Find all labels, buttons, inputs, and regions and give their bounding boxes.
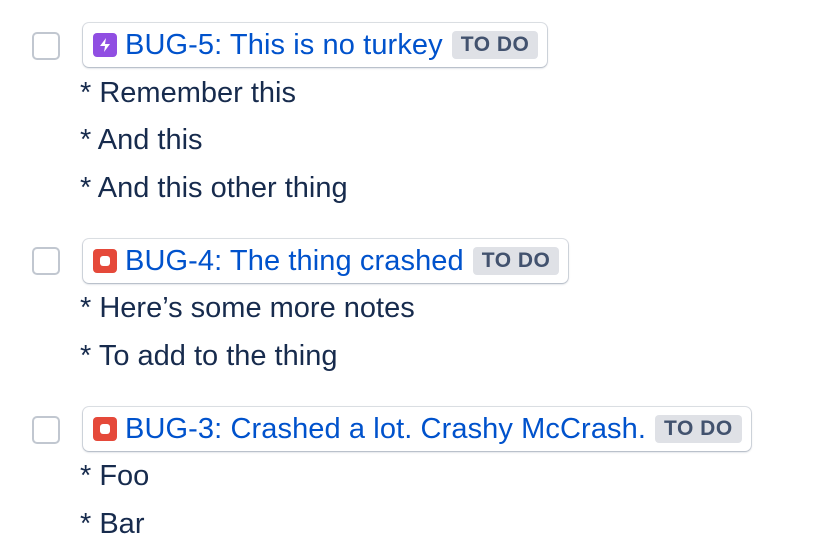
status-lozenge: TO DO [472, 247, 560, 275]
note-line: * And this [80, 124, 203, 156]
issue-smart-link[interactable]: BUG-3: Crashed a lot. Crashy McCrash. TO… [83, 407, 751, 451]
task-checkbox[interactable] [32, 32, 60, 60]
task-checkbox[interactable] [32, 416, 60, 444]
status-lozenge: TO DO [655, 415, 742, 443]
task-checkbox[interactable] [32, 247, 60, 275]
issue-smart-link[interactable]: BUG-4: The thing crashed TO DO [83, 239, 569, 283]
issue-title: BUG-3: Crashed a lot. Crashy McCrash. [125, 413, 647, 445]
note-line: * And this other thing [80, 172, 348, 204]
issue-title: BUG-5: This is no turkey [125, 29, 443, 61]
note-line: * Remember this [80, 77, 296, 109]
note-line: * To add to the thing [80, 340, 338, 372]
issue-title: BUG-4: The thing crashed [125, 245, 464, 277]
bug-icon [93, 417, 117, 441]
note-line: * Foo [80, 460, 150, 492]
status-lozenge: TO DO [451, 31, 539, 59]
note-line: * Here’s some more notes [80, 292, 415, 324]
issue-smart-link[interactable]: BUG-5: This is no turkey TO DO [83, 23, 548, 67]
bug-icon [93, 249, 117, 273]
lightning-icon [93, 33, 117, 57]
note-line: * Bar [80, 508, 145, 540]
